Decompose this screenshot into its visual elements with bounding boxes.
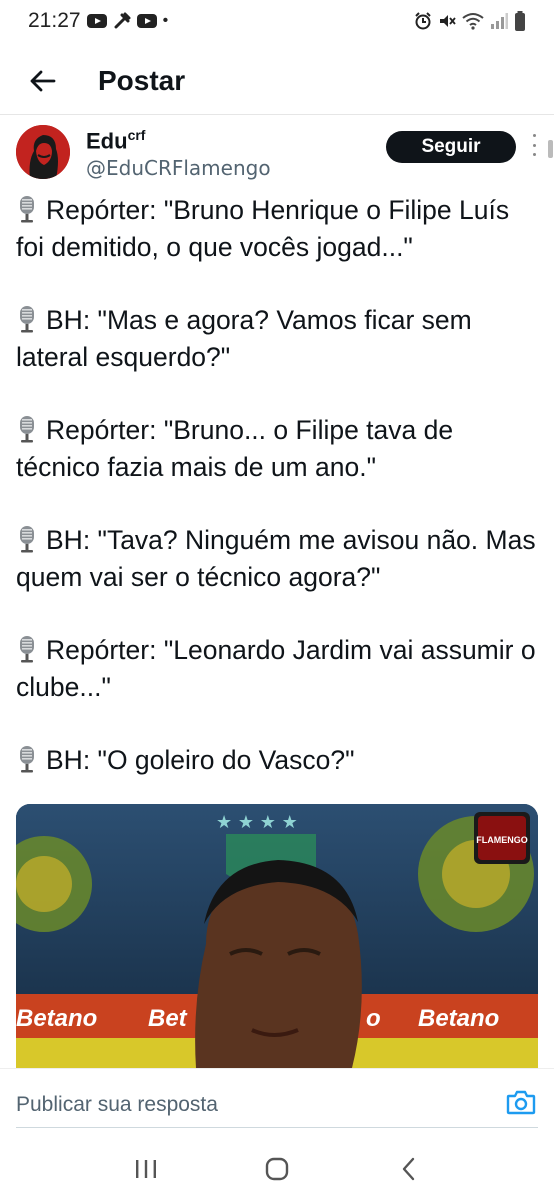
- top-app-bar: Postar: [0, 50, 554, 112]
- post-image[interactable]: ★ ★ ★ ★ FLAMENGO Betano Bet o Betano: [16, 804, 538, 1068]
- status-bar: 21:27 •: [0, 0, 554, 42]
- post-paragraph: Repórter: "Bruno Henrique o Filipe Luís …: [16, 195, 510, 262]
- battery-icon: [514, 11, 526, 31]
- microphone-icon: [20, 526, 34, 553]
- alarm-icon: [414, 12, 432, 30]
- sponsor-label: o: [366, 1005, 381, 1032]
- watermark-text: FLAMENGO: [476, 835, 528, 845]
- post-text: Repórter: "Bruno Henrique o Filipe Luís …: [16, 192, 540, 779]
- home-icon: [265, 1157, 289, 1181]
- sponsor-label: Bet: [148, 1005, 188, 1032]
- reply-input[interactable]: [16, 1089, 486, 1121]
- back-button[interactable]: [22, 61, 62, 101]
- sponsor-label: Betano: [16, 1005, 97, 1032]
- sponsor-label: Betano: [418, 1005, 499, 1032]
- post-author-row: Educrf @EduCRFlamengo Seguir: [16, 122, 538, 182]
- arrow-left-icon: [30, 70, 56, 92]
- post-paragraph: BH: "Tava? Ninguém me avisou não. Mas qu…: [16, 525, 536, 592]
- follow-button[interactable]: Seguir: [386, 131, 516, 163]
- page-title: Postar: [98, 65, 186, 96]
- post-paragraph: BH: "Mas e agora? Vamos ficar sem latera…: [16, 305, 472, 372]
- scrollbar[interactable]: [548, 140, 553, 158]
- microphone-icon: [20, 636, 34, 663]
- microphone-icon: [20, 196, 34, 223]
- chevron-left-icon: [403, 1157, 415, 1181]
- author-name-sup: crf: [127, 126, 146, 143]
- notification-dot: •: [162, 12, 169, 29]
- system-nav-bar: [0, 1138, 554, 1200]
- avatar[interactable]: [16, 125, 70, 179]
- post-paragraph: BH: "O goleiro do Vasco?": [16, 742, 540, 779]
- microphone-icon: [20, 416, 34, 443]
- more-options-icon[interactable]: [530, 134, 538, 156]
- youtube-icon: [136, 13, 157, 29]
- svg-text:★ ★ ★ ★: ★ ★ ★ ★: [216, 812, 298, 833]
- reply-underline: [16, 1127, 538, 1128]
- post-paragraph: Repórter: "Bruno... o Filipe tava de téc…: [16, 415, 454, 482]
- reply-bar: [0, 1068, 554, 1138]
- youtube-icon: [86, 13, 107, 29]
- back-nav-button[interactable]: [386, 1147, 430, 1191]
- microphone-icon: [20, 306, 34, 333]
- author-handle[interactable]: @EduCRFlamengo: [86, 154, 271, 182]
- recent-apps-button[interactable]: [124, 1147, 168, 1191]
- camera-icon: [506, 1090, 536, 1115]
- recent-apps-icon: [135, 1160, 156, 1178]
- tools-icon: [113, 12, 131, 30]
- author-name[interactable]: Educrf: [86, 122, 271, 154]
- signal-icon: [490, 13, 508, 29]
- status-time: 21:27: [28, 9, 81, 32]
- microphone-icon: [20, 746, 34, 773]
- mute-icon: [438, 12, 456, 30]
- wifi-icon: [462, 12, 484, 30]
- camera-button[interactable]: [506, 1089, 538, 1117]
- post-paragraph: Repórter: "Leonardo Jardim vai assumir o…: [16, 635, 536, 702]
- header-divider: [0, 114, 554, 115]
- home-button[interactable]: [255, 1147, 299, 1191]
